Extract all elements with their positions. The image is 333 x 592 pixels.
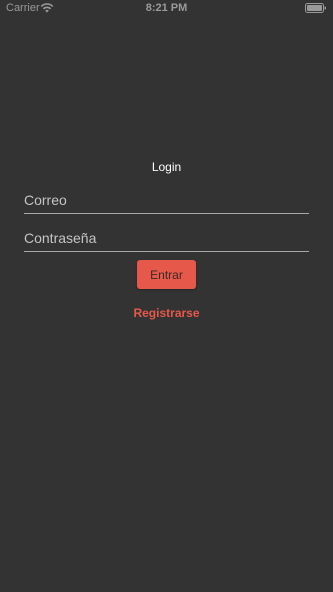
password-field[interactable]	[24, 225, 309, 252]
email-input[interactable]	[24, 187, 309, 213]
email-field[interactable]	[24, 187, 309, 214]
status-bar: Carrier 8:21 PM	[0, 0, 333, 18]
status-time: 8:21 PM	[145, 2, 188, 14]
login-title: Login	[151, 160, 182, 174]
register-link[interactable]: Registrarse	[0, 306, 333, 320]
password-input[interactable]	[24, 225, 309, 251]
battery-icon	[305, 3, 326, 13]
submit-button[interactable]: Entrar	[137, 260, 196, 289]
